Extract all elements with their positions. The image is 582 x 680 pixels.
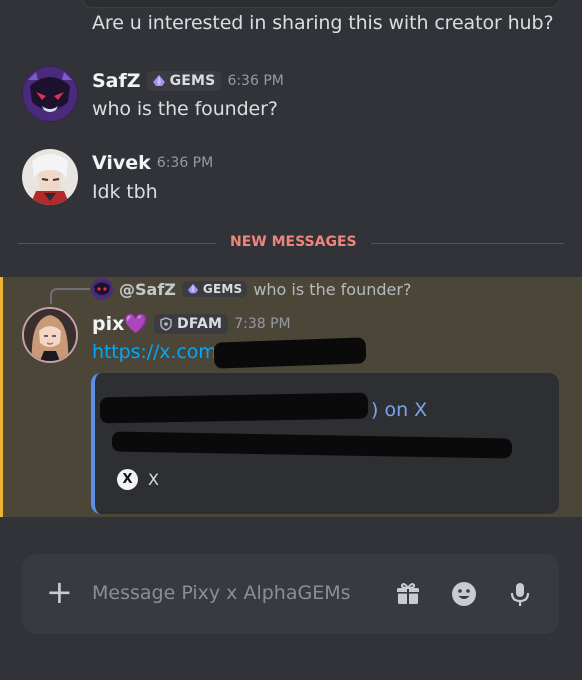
message-header: pix💜 DFAM 7:38 PM	[92, 312, 291, 335]
embed-footer: X X	[117, 469, 159, 490]
gem-icon	[152, 75, 165, 86]
author-name[interactable]: pix💜	[92, 312, 148, 335]
message-link[interactable]: https://x.com/	[92, 341, 223, 363]
message-input[interactable]: Message Pixy x AlphaGEMs	[92, 582, 351, 604]
redaction-mark	[99, 392, 369, 424]
reply-avatar	[91, 278, 113, 300]
author-name[interactable]: SafZ	[92, 70, 141, 92]
timestamp: 6:36 PM	[227, 73, 284, 89]
timestamp: 6:36 PM	[156, 155, 214, 171]
shield-icon	[160, 316, 172, 331]
message-header: Vivek 6:36 PM	[92, 152, 213, 174]
emoji-icon[interactable]	[450, 580, 478, 608]
avatar[interactable]	[22, 307, 78, 363]
role-tag-dfam[interactable]: DFAM	[154, 313, 229, 334]
gem-icon	[187, 283, 199, 294]
gift-icon[interactable]	[394, 580, 422, 608]
message-text: Idk tbh	[92, 181, 158, 203]
role-tag-gems[interactable]: GEMS	[146, 71, 222, 91]
reply-preview[interactable]: @SafZ GEMS who is the founder?	[91, 278, 411, 300]
timestamp: 7:38 PM	[234, 315, 291, 332]
role-tag-label: GEMS	[202, 282, 243, 296]
previous-message-text: Are u interested in sharing this with cr…	[92, 12, 554, 34]
new-messages-label: NEW MESSAGES	[216, 234, 371, 250]
message-header: SafZ GEMS 6:36 PM	[92, 70, 284, 92]
reply-author[interactable]: @SafZ	[119, 280, 176, 299]
plus-icon[interactable]: +	[46, 572, 73, 612]
purple-heart-icon: 💜	[124, 313, 149, 335]
role-tag-label: GEMS	[169, 73, 216, 89]
reply-connector	[50, 288, 90, 304]
x-logo-icon: X	[117, 469, 138, 490]
reply-text: who is the founder?	[253, 279, 412, 299]
message-composer: + Message Pixy x AlphaGEMs	[22, 554, 559, 634]
role-tag-gems[interactable]: GEMS	[181, 281, 248, 297]
avatar[interactable]	[22, 66, 78, 122]
role-tag-label: DFAM	[177, 315, 223, 332]
redaction-mark	[213, 337, 367, 369]
previous-embed-edge	[82, 0, 560, 8]
microphone-icon[interactable]	[506, 580, 534, 608]
author-name[interactable]: Vivek	[92, 152, 151, 174]
embed-title[interactable]: ) on X	[371, 399, 427, 421]
avatar[interactable]	[22, 149, 78, 205]
embed-provider: X	[148, 470, 159, 489]
message-text: who is the founder?	[92, 98, 278, 120]
